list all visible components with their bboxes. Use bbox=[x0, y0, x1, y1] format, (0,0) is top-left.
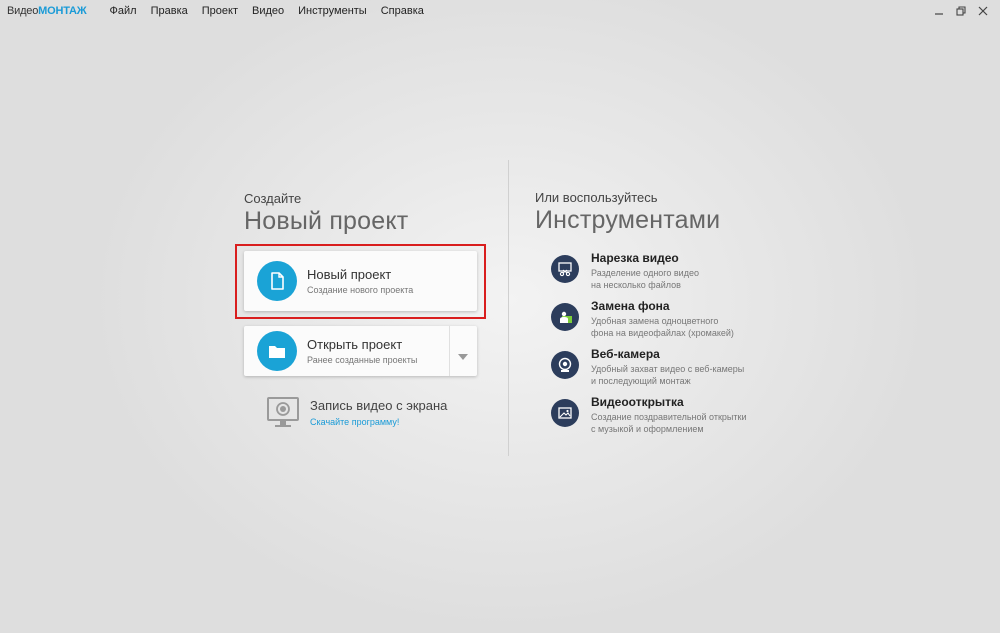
menu-video[interactable]: Видео bbox=[252, 5, 284, 17]
scissors-film-icon bbox=[558, 262, 572, 277]
folder-icon bbox=[269, 345, 285, 358]
window-controls bbox=[928, 4, 994, 18]
highlight-box bbox=[235, 244, 486, 319]
create-title: Новый проект bbox=[244, 207, 409, 235]
chevron-down-icon bbox=[458, 354, 468, 360]
dropdown-separator bbox=[449, 326, 450, 376]
open-project-icon-circle bbox=[257, 331, 297, 371]
menu-bar: ВидеоМОНТАЖ Файл Правка Проект Видео Инс… bbox=[0, 0, 1000, 22]
chroma-key-icon bbox=[560, 311, 572, 323]
tools-title: Инструментами bbox=[535, 206, 721, 234]
recent-projects-dropdown[interactable] bbox=[458, 347, 468, 365]
webcam-icon bbox=[558, 357, 572, 372]
vertical-divider bbox=[508, 160, 509, 456]
open-project-title: Открыть проект bbox=[307, 337, 403, 352]
minimize-button[interactable] bbox=[928, 4, 950, 18]
create-kicker: Создайте bbox=[244, 191, 302, 206]
monitor-record-icon bbox=[267, 397, 299, 427]
download-program-link[interactable]: Скачайте программу! bbox=[310, 417, 447, 427]
menu-tools[interactable]: Инструменты bbox=[298, 5, 367, 17]
open-project-button[interactable]: Открыть проект Ранее созданные проекты bbox=[244, 326, 477, 376]
create-section: Создайте Новый проект bbox=[244, 191, 484, 236]
tool-webcam[interactable]: Веб-камера Удобный захват видео с веб-ка… bbox=[551, 347, 744, 387]
menu-items: Файл Правка Проект Видео Инструменты Спр… bbox=[110, 5, 438, 17]
tool-video-postcard[interactable]: Видеооткрытка Создание поздравительной о… bbox=[551, 395, 746, 435]
screen-record-promo[interactable]: Запись видео с экрана Скачайте программу… bbox=[266, 396, 447, 430]
tools-section: Или воспользуйтесь Инструментами bbox=[535, 190, 775, 235]
restore-button[interactable] bbox=[950, 4, 972, 18]
menu-file[interactable]: Файл bbox=[110, 5, 137, 17]
tool-video-cutting[interactable]: Нарезка видео Разделение одного видео на… bbox=[551, 251, 699, 291]
restore-icon bbox=[956, 6, 966, 16]
minimize-icon bbox=[935, 13, 943, 15]
close-icon bbox=[978, 6, 988, 16]
menu-edit[interactable]: Правка bbox=[151, 5, 188, 17]
postcard-icon bbox=[558, 407, 572, 419]
record-title: Запись видео с экрана bbox=[310, 398, 448, 413]
menu-help[interactable]: Справка bbox=[381, 5, 424, 17]
menu-project[interactable]: Проект bbox=[202, 5, 238, 17]
tool-background-replace[interactable]: Замена фона Удобная замена одноцветного … bbox=[551, 299, 734, 339]
open-project-subtitle: Ранее созданные проекты bbox=[307, 355, 418, 365]
app-logo: ВидеоМОНТАЖ bbox=[7, 5, 87, 17]
tools-kicker: Или воспользуйтесь bbox=[535, 190, 658, 205]
close-button[interactable] bbox=[972, 4, 994, 18]
